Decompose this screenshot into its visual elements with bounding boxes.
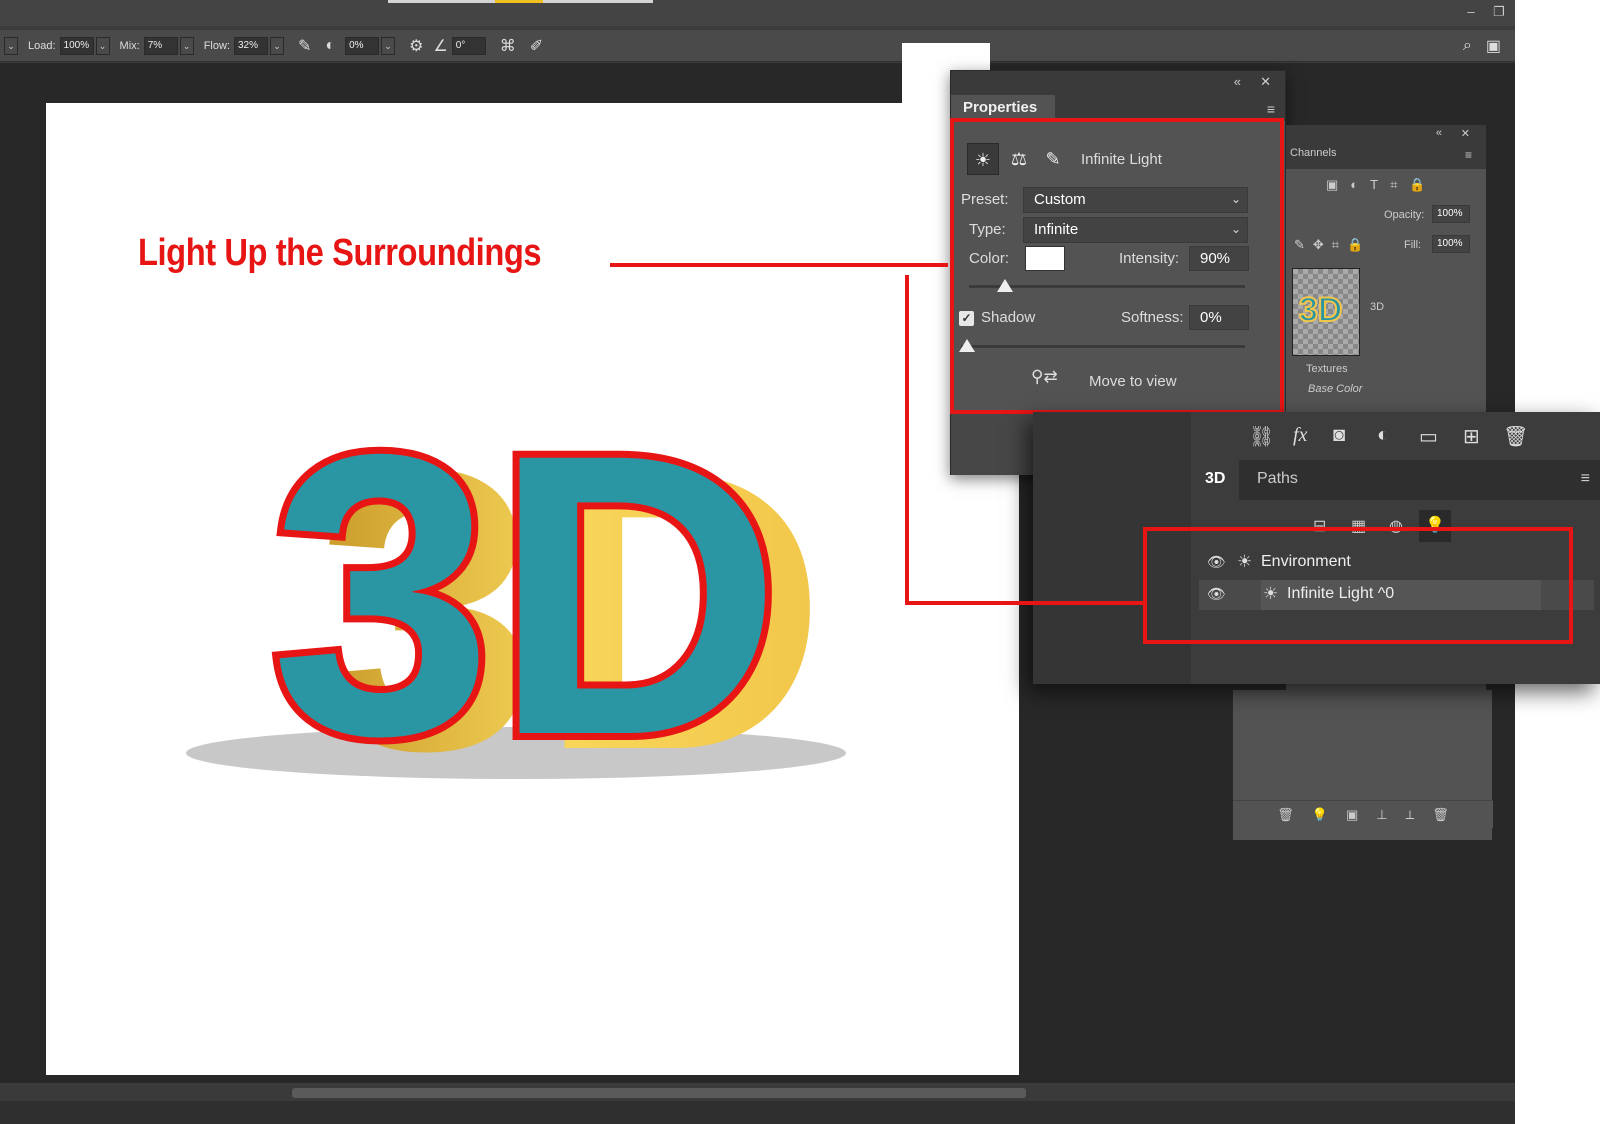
layers-tabs: Channels ≡	[1286, 143, 1486, 169]
airbrush-icon[interactable]: ✎	[298, 36, 311, 56]
pressure-icon[interactable]: ✐	[530, 36, 543, 56]
panel-header: « ✕	[1286, 125, 1486, 143]
mix-dropdown[interactable]: ⌄	[179, 36, 194, 55]
base-color-label[interactable]: Base Color	[1308, 383, 1362, 395]
panel-header: « ✕	[951, 71, 1285, 95]
search-icon[interactable]: ⌕	[1463, 37, 1472, 55]
mix-label: Mix:	[119, 39, 140, 52]
textures-label[interactable]: Textures	[1306, 363, 1348, 375]
layer-thumbnail[interactable]: 3D	[1292, 268, 1360, 356]
options-bar: ⌄ Load: 100% ⌄ Mix: 7% ⌄ Flow: 32% ⌄ ✎ ◐…	[0, 30, 1515, 62]
trash-icon[interactable]: 🗑	[1503, 424, 1528, 449]
callout-line-horizontal	[610, 263, 948, 267]
collapse-icon[interactable]: «	[1234, 74, 1241, 89]
drop-to-plane-icon[interactable]: ⊥	[1376, 807, 1387, 823]
smoothing-icon[interactable]: ◐	[325, 37, 335, 55]
adjustment-icon[interactable]: ◐	[1377, 424, 1389, 447]
link-icon[interactable]: ⛓	[1249, 424, 1274, 449]
add-light-icon[interactable]: 💡	[1312, 807, 1328, 823]
scrollbar-thumb[interactable]	[292, 1088, 1026, 1098]
layer-name[interactable]: 3D	[1370, 301, 1384, 313]
opacity-field[interactable]: 100%	[1432, 205, 1470, 223]
add-constraint-icon[interactable]: ⟂	[1406, 807, 1415, 823]
smoothing-dropdown[interactable]: ⌄	[381, 36, 396, 55]
panel-menu-icon[interactable]: ≡	[1465, 148, 1472, 162]
tab-3d[interactable]: 3D	[1191, 460, 1240, 500]
new-layer-icon[interactable]: ⊞	[1463, 424, 1480, 449]
trash-icon[interactable]: 🗑	[1432, 807, 1449, 823]
render-icon[interactable]: ▣	[1346, 807, 1358, 823]
3d-tabs: 3D Paths ≡	[1191, 460, 1600, 500]
3d-panel-lower: 🗑 💡 ▣ ⊥ ⟂ 🗑	[1232, 690, 1493, 840]
mix-field[interactable]: 7%	[143, 36, 178, 55]
fx-icon[interactable]: fx	[1293, 424, 1307, 447]
mask-icon[interactable]: ◙	[1333, 424, 1345, 447]
close-icon[interactable]: ✕	[1461, 127, 1470, 140]
layer-filter-icons[interactable]: ▣◐T⌗🔒	[1326, 177, 1438, 193]
smoothing-field[interactable]: 0%	[345, 36, 380, 55]
load-field[interactable]: 100%	[59, 36, 94, 55]
thumbnail-artwork: 3D	[1298, 290, 1343, 330]
panel-menu-icon[interactable]: ≡	[1581, 470, 1590, 488]
flow-dropdown[interactable]: ⌄	[269, 36, 284, 55]
status-bar	[0, 1101, 1515, 1124]
document-tab-active[interactable]	[495, 0, 543, 3]
3d-panel-footer: 🗑 💡 ▣ ⊥ ⟂ 🗑	[1233, 800, 1493, 828]
collapse-icon[interactable]: «	[1436, 127, 1442, 139]
flow-label: Flow:	[203, 39, 230, 52]
callout-line-connector	[905, 601, 1143, 605]
tab-channels[interactable]: Channels	[1290, 147, 1336, 159]
folder-icon[interactable]: ▭	[1419, 424, 1438, 449]
callout-line-vertical	[905, 275, 909, 605]
load-label: Load:	[28, 39, 56, 52]
highlight-scene-items	[1143, 527, 1573, 644]
title-bar: – ❐	[0, 0, 1515, 26]
callout-headline: Light Up the Surroundings	[138, 232, 542, 274]
delete-icon[interactable]: 🗑	[1277, 807, 1294, 823]
angle-icon: ∠	[433, 37, 448, 55]
symmetry-icon[interactable]: ⌘	[500, 36, 516, 56]
lock-icons[interactable]: ✎✥⌗🔒	[1294, 237, 1371, 253]
restore-icon[interactable]: ❐	[1490, 4, 1508, 20]
load-dropdown[interactable]: ⌄	[95, 36, 110, 55]
minimize-icon[interactable]: –	[1462, 4, 1480, 20]
close-icon[interactable]: ✕	[1260, 74, 1271, 90]
angle-field[interactable]: 0°	[451, 36, 486, 55]
highlight-properties	[950, 118, 1284, 414]
opacity-label: Opacity:	[1384, 209, 1425, 221]
gear-icon[interactable]: ⚙	[409, 36, 423, 56]
panel-menu-icon[interactable]: ≡	[1267, 101, 1275, 117]
flow-field[interactable]: 32%	[233, 36, 268, 55]
workspace-icon[interactable]: ▣	[1486, 36, 1501, 56]
fill-label: Fill:	[1404, 239, 1422, 251]
fill-field[interactable]: 100%	[1432, 235, 1470, 253]
tab-paths[interactable]: Paths	[1243, 460, 1312, 500]
artwork-face: 3D	[270, 371, 781, 818]
tool-preset-dropdown[interactable]: ⌄	[4, 36, 18, 55]
